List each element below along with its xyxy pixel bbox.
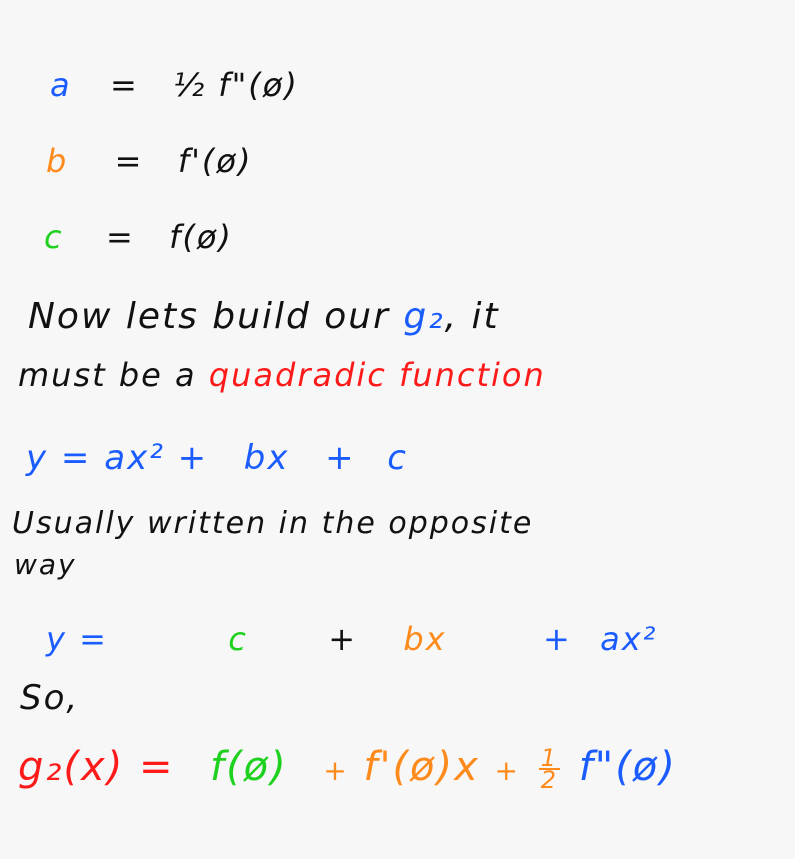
final-plus1: + (323, 754, 349, 787)
so-label: So, (20, 678, 79, 718)
sentence-build-g2: Now lets build our g₂, it (28, 296, 500, 337)
eq1-plus2: + (325, 438, 356, 478)
sentence-quadratic: must be a quadradic function (18, 356, 546, 394)
final-fp0x: f'(ø)x (363, 744, 480, 790)
equation-reversed-form: y = c + bx + ax² (46, 620, 657, 658)
quadratic-function-highlight: quadradic function (208, 356, 546, 394)
eq1-c: c (387, 438, 408, 478)
handwritten-note-canvas: a = ½ f"(ø) b = f'(ø) c = f(ø) Now lets … (0, 0, 795, 859)
eq1-lhs: y = (26, 438, 92, 478)
equals-sign: = (109, 66, 139, 104)
sentence-opposite: Usually written in the opposite (12, 506, 533, 541)
equals-sign: = (114, 142, 144, 180)
a-definition-rhs: ½ f"(ø) (173, 66, 299, 104)
g2x: g₂(x) (18, 744, 125, 790)
fraction-denominator: 2 (540, 766, 558, 794)
final-f0: f(ø) (209, 744, 288, 790)
c-definition-rhs: f(ø) (169, 218, 233, 256)
eq1-ax2: ax² (104, 438, 165, 478)
sentence-build-text: Now lets build our (28, 296, 390, 337)
var-b: b (46, 142, 69, 180)
line-c-definition: c = f(ø) (44, 218, 233, 256)
equation-standard-form: y = ax² + bx + c (26, 438, 408, 478)
g2-symbol: g₂ (403, 296, 445, 337)
eq1-bx: bx (243, 438, 290, 478)
eq2-c: c (228, 620, 248, 658)
eq2-plus2: + (542, 620, 572, 658)
line-a-definition: a = ½ f"(ø) (50, 66, 299, 104)
final-equation: g₂(x) = f(ø) + f'(ø)x + 1 2 f"(ø) (18, 744, 677, 794)
final-equals: = (139, 744, 175, 790)
var-a: a (50, 66, 72, 104)
sentence-way: way (14, 548, 77, 581)
eq2-bx: bx (403, 620, 447, 658)
sentence-quadratic-text: must be a (18, 356, 197, 394)
so-text: So, (20, 678, 80, 718)
var-c: c (44, 218, 64, 256)
eq2-lhs: y = (46, 620, 108, 658)
final-plus2: + (494, 754, 520, 787)
sentence-way-text: way (14, 548, 77, 581)
line-b-definition: b = f'(ø) (46, 142, 252, 180)
eq2-ax2: ax² (600, 620, 658, 658)
one-half-fraction: 1 2 (538, 746, 560, 794)
equals-sign: = (105, 218, 135, 256)
eq1-plus1: + (177, 438, 209, 478)
sentence-build-rest: , it (444, 296, 500, 337)
final-fpp0: f"(ø) (578, 744, 677, 790)
b-definition-rhs: f'(ø) (177, 142, 253, 180)
sentence-opposite-text: Usually written in the opposite (12, 506, 534, 541)
eq2-plus1: + (328, 620, 358, 658)
